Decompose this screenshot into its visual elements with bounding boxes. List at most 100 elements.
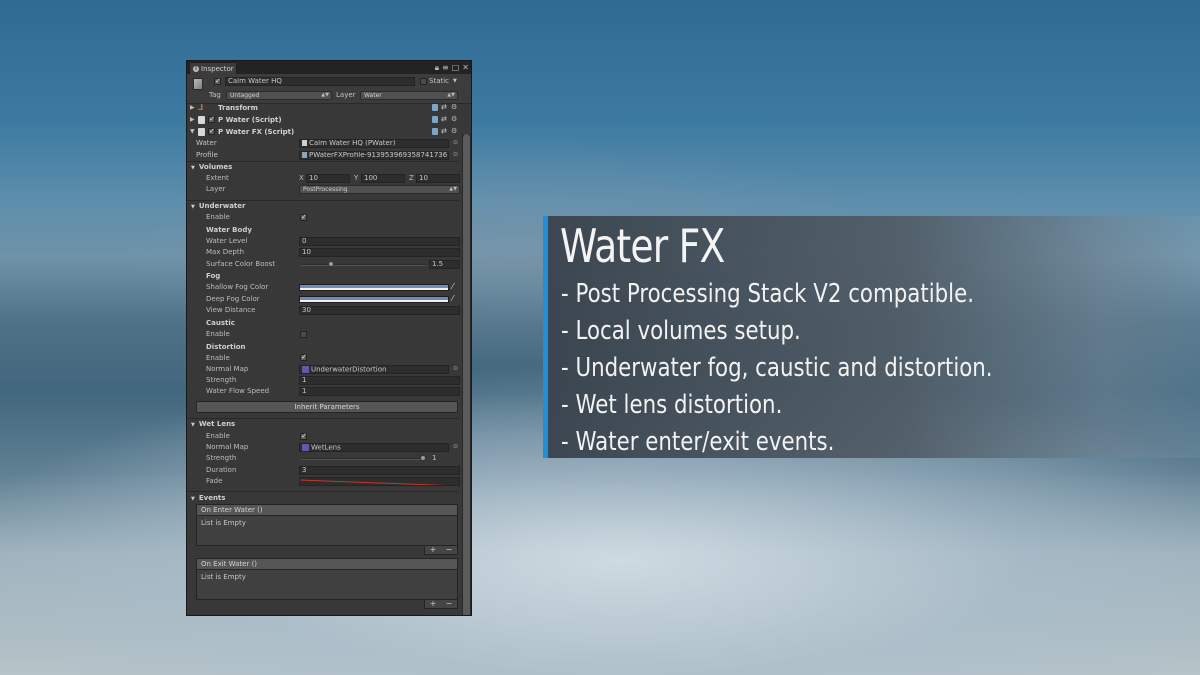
wet-lens-normal-map-field[interactable]: WetLens <box>299 443 449 452</box>
help-icon[interactable] <box>432 104 438 111</box>
max-depth-field[interactable]: 10 <box>299 248 460 257</box>
extent-y-field[interactable]: 100 <box>361 174 405 183</box>
surface-color-boost-slider[interactable] <box>301 264 426 266</box>
component-transform[interactable]: ▶ ⅃ Transform ⇄ ⚙ <box>187 102 459 114</box>
inspector-scrollbar[interactable] <box>462 134 471 615</box>
component-pwaterfx[interactable]: ▼ ✓ P Water FX (Script) ⇄ ⚙ <box>187 126 459 138</box>
on-exit-water-header: On Exit Water () <box>197 559 457 570</box>
window-controls: 🔒︎ ≡ □ ✕ <box>435 62 469 73</box>
distortion-normal-map-field[interactable]: UnderwaterDistortion <box>299 365 449 374</box>
remove-listener-button[interactable]: − <box>446 546 453 554</box>
add-listener-button[interactable]: + <box>430 546 437 554</box>
preset-icon[interactable]: ⇄ <box>441 104 448 111</box>
gear-icon[interactable]: ⚙ <box>451 104 458 111</box>
distortion-strength-field[interactable]: 1 <box>299 376 460 385</box>
water-level-label: Water Level <box>206 237 248 245</box>
wet-lens-enable-checkbox[interactable]: ✓ <box>300 433 307 440</box>
water-object-field[interactable]: Calm Water HQ (PWater) <box>299 139 449 148</box>
layer-label: Layer <box>336 91 356 99</box>
static-checkbox[interactable] <box>420 78 427 85</box>
section-underwater-label: Underwater <box>198 202 246 210</box>
shallow-fog-color-swatch[interactable] <box>299 284 449 291</box>
distortion-normal-map-label: Normal Map <box>206 365 249 373</box>
distortion-enable-checkbox[interactable]: ✓ <box>300 354 307 361</box>
component-pwaterfx-label: P Water FX (Script) <box>218 128 295 136</box>
maximize-icon[interactable]: □ <box>452 62 460 73</box>
section-underwater[interactable]: ▼ Underwater <box>187 201 459 212</box>
distortion-normal-map-value: UnderwaterDistortion <box>311 365 387 374</box>
eyedropper-icon[interactable]: ⁄ <box>452 282 453 291</box>
extent-z-field[interactable]: 10 <box>416 174 460 183</box>
component-pwater[interactable]: ▶ ✓ P Water (Script) ⇄ ⚙ <box>187 114 459 126</box>
surface-color-boost-field[interactable]: 1.5 <box>429 260 460 269</box>
eyedropper-icon[interactable]: ⁄ <box>452 294 453 303</box>
gear-icon[interactable]: ⚙ <box>451 116 458 123</box>
caustic-enable-checkbox[interactable] <box>300 331 307 338</box>
wet-lens-strength-value[interactable]: 1 <box>432 453 436 464</box>
section-events[interactable]: ▼ Events <box>187 493 459 504</box>
distortion-heading: Distortion <box>206 343 246 351</box>
profile-label: Profile <box>196 151 218 159</box>
menu-icon[interactable]: ≡ <box>442 62 449 73</box>
inherit-parameters-button[interactable]: Inherit Parameters <box>196 401 458 413</box>
help-icon[interactable] <box>432 116 438 123</box>
feature-item: - Wet lens distortion. <box>561 390 783 420</box>
extent-x-field[interactable]: 10 <box>306 174 350 183</box>
wet-lens-strength-thumb[interactable] <box>420 455 426 461</box>
caustic-heading: Caustic <box>206 319 235 327</box>
scrollbar-thumb[interactable] <box>463 134 470 615</box>
fade-curve-field[interactable] <box>299 477 460 486</box>
duration-field[interactable]: 3 <box>299 466 460 475</box>
underwater-enable-checkbox[interactable]: ✓ <box>300 214 307 221</box>
wet-lens-enable-label: Enable <box>206 432 230 440</box>
water-flow-speed-field[interactable]: 1 <box>299 387 460 396</box>
add-listener-button[interactable]: + <box>430 600 437 608</box>
component-transform-label: Transform <box>218 104 258 112</box>
object-picker-icon[interactable]: ⊙ <box>453 443 458 450</box>
profile-value: PWaterFXProfile-913953969358741736 <box>309 151 448 159</box>
surface-color-boost-thumb[interactable] <box>328 261 334 267</box>
object-name-field[interactable]: Calm Water HQ <box>225 77 415 86</box>
close-icon[interactable]: ✕ <box>462 62 469 73</box>
tab-inspector[interactable]: i Inspector <box>189 62 237 74</box>
object-picker-icon[interactable]: ⊙ <box>453 139 458 146</box>
object-active-checkbox[interactable]: ✓ <box>214 78 221 85</box>
texture-icon <box>302 366 309 373</box>
object-picker-icon[interactable]: ⊙ <box>453 365 458 372</box>
fold-arrow-icon: ▼ <box>190 128 195 135</box>
fog-heading: Fog <box>206 272 221 280</box>
section-volumes[interactable]: ▼ Volumes <box>187 162 459 173</box>
chevron-down-icon: ▲▼ <box>449 186 457 192</box>
deep-fog-color-swatch[interactable] <box>299 296 449 303</box>
static-label: Static <box>429 77 450 85</box>
object-picker-icon[interactable]: ⊙ <box>453 151 458 158</box>
transform-icon: ⅃ <box>198 103 204 112</box>
remove-listener-button[interactable]: − <box>446 600 453 608</box>
section-wet-lens[interactable]: ▼ Wet Lens <box>187 419 459 430</box>
on-exit-water-list: List is Empty <box>197 570 457 599</box>
preset-icon[interactable]: ⇄ <box>441 128 448 135</box>
tag-dropdown[interactable]: Untagged ▲▼ <box>226 91 332 100</box>
feature-item: - Local volumes setup. <box>561 316 801 346</box>
volume-layer-dropdown[interactable]: PostProcessing ▲▼ <box>299 185 460 194</box>
profile-object-field[interactable]: PWaterFXProfile-913953969358741736 <box>299 151 449 160</box>
inspector-tabbar: i Inspector 🔒︎ ≡ □ ✕ <box>187 61 471 74</box>
wet-lens-strength-slider[interactable] <box>301 458 426 460</box>
layer-dropdown[interactable]: Water ▲▼ <box>360 91 458 100</box>
script-icon <box>198 128 205 136</box>
water-level-field[interactable]: 0 <box>299 237 460 246</box>
component-pwater-checkbox[interactable]: ✓ <box>208 116 215 123</box>
wet-lens-normal-map-label: Normal Map <box>206 443 249 451</box>
fold-arrow-icon: ▼ <box>191 165 195 171</box>
tag-label: Tag <box>209 91 221 99</box>
view-distance-field[interactable]: 30 <box>299 306 460 315</box>
on-exit-water-footer: + − <box>424 600 458 609</box>
lock-icon[interactable]: 🔒︎ <box>435 62 439 73</box>
component-icons: ⇄ ⚙ <box>432 128 458 135</box>
inspector-window: i Inspector 🔒︎ ≡ □ ✕ ✓ Calm Water HQ Sta… <box>186 60 472 616</box>
static-dropdown-icon[interactable]: ▼ <box>453 78 457 84</box>
preset-icon[interactable]: ⇄ <box>441 116 448 123</box>
component-pwaterfx-checkbox[interactable]: ✓ <box>208 128 215 135</box>
gear-icon[interactable]: ⚙ <box>451 128 458 135</box>
help-icon[interactable] <box>432 128 438 135</box>
